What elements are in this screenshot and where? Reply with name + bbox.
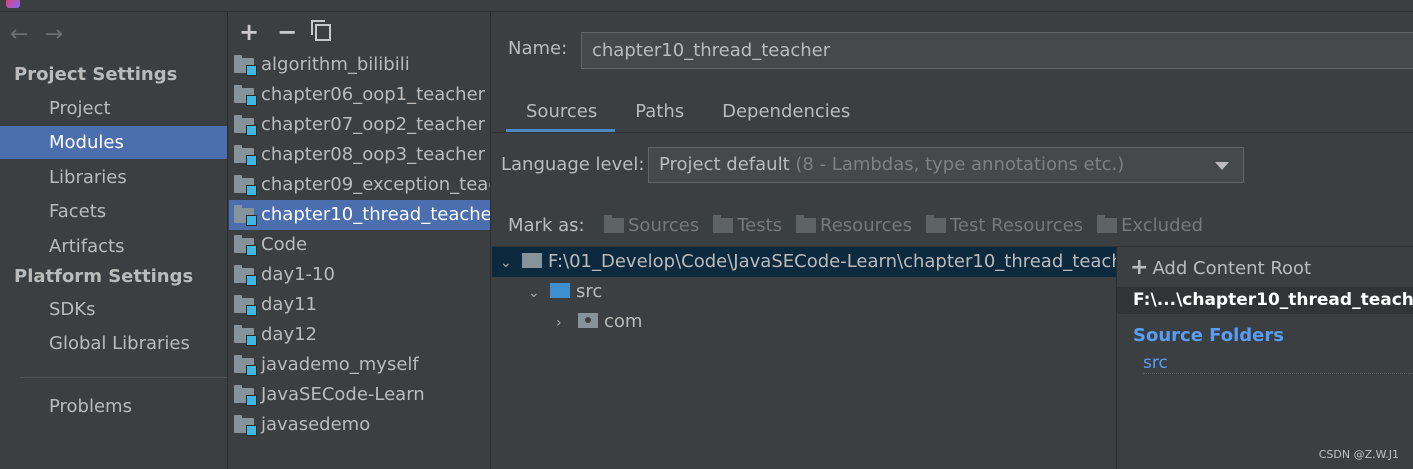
source-folder-icon xyxy=(550,283,570,298)
name-input[interactable]: chapter10_thread_teacher xyxy=(581,32,1413,69)
language-level-label: Language level: xyxy=(501,154,645,175)
tree-src-row[interactable]: ⌄ src xyxy=(528,277,602,307)
forward-arrow-icon[interactable]: → xyxy=(44,22,62,48)
watermark: CSDN @Z.W.J1 xyxy=(1318,448,1399,461)
module-item[interactable]: chapter07_oop2_teacher xyxy=(229,110,490,140)
module-folder-icon xyxy=(234,145,257,166)
content-root-path[interactable]: F:\...\chapter10_thread_teacher xyxy=(1117,287,1413,314)
nav-item-libraries[interactable]: Libraries xyxy=(0,161,227,194)
language-level-value: Project default xyxy=(659,154,790,175)
module-item[interactable]: day1-10 xyxy=(229,260,490,290)
module-item[interactable]: day11 xyxy=(229,290,490,320)
excluded-folder-icon xyxy=(1097,215,1118,233)
module-folder-icon xyxy=(234,295,257,316)
nav-item-sdks[interactable]: SDKs xyxy=(0,293,227,326)
nav-item-project[interactable]: Project xyxy=(0,92,227,125)
folder-icon xyxy=(522,253,542,268)
add-icon[interactable]: + xyxy=(239,18,259,46)
add-content-root-button[interactable]: + Add Content Root xyxy=(1130,255,1311,280)
mark-excluded-button[interactable]: Excluded xyxy=(1097,215,1203,236)
package-folder-icon xyxy=(578,313,598,328)
nav-item-problems[interactable]: Problems xyxy=(0,390,227,423)
module-item-selected[interactable]: chapter10_thread_teacher xyxy=(229,200,490,230)
mark-as-options: Sources Tests Resources Test Resources E… xyxy=(604,215,1203,236)
tree-com-row[interactable]: › com xyxy=(556,307,642,337)
module-folder-icon xyxy=(234,85,257,106)
tab-sources[interactable]: Sources xyxy=(506,98,616,132)
module-folder-icon xyxy=(234,55,257,76)
nav-item-artifacts[interactable]: Artifacts xyxy=(0,230,227,263)
content-root-panel: + Add Content Root F:\...\chapter10_threa… xyxy=(1116,246,1413,469)
plus-icon: + xyxy=(1130,255,1149,280)
nav-item-global-libraries[interactable]: Global Libraries xyxy=(0,327,227,360)
chevron-down-icon[interactable]: ⌄ xyxy=(528,278,544,308)
module-list: + − algorithm_bilibili chapter06_oop1_te… xyxy=(229,12,491,469)
module-folder-icon xyxy=(234,385,257,406)
module-item[interactable]: chapter06_oop1_teacher xyxy=(229,80,490,110)
module-details: Name: chapter10_thread_teacher Sources P… xyxy=(492,12,1413,469)
remove-icon[interactable]: − xyxy=(277,18,297,46)
module-folder-icon xyxy=(234,205,257,226)
name-label: Name: xyxy=(508,38,568,59)
module-item[interactable]: JavaSECode-Learn xyxy=(229,380,490,410)
module-item[interactable]: day12 xyxy=(229,320,490,350)
section-platform-settings: Platform Settings xyxy=(14,266,194,287)
mark-sources-button[interactable]: Sources xyxy=(604,215,699,236)
chevron-down-icon xyxy=(1215,162,1229,170)
source-tree: ⌄ F:\01_Develop\Code\JavaSECode-Learn\cha… xyxy=(492,246,1141,469)
back-arrow-icon[interactable]: ← xyxy=(10,22,28,48)
module-item[interactable]: Code xyxy=(229,230,490,260)
module-folder-icon xyxy=(234,355,257,376)
module-item[interactable]: javademo_myself xyxy=(229,350,490,380)
tests-folder-icon xyxy=(713,215,734,233)
tab-dependencies[interactable]: Dependencies xyxy=(702,98,868,132)
module-item[interactable]: javasedemo xyxy=(229,410,490,440)
tab-divider xyxy=(492,132,1413,133)
module-folder-icon xyxy=(234,115,257,136)
module-folder-icon xyxy=(234,265,257,286)
section-project-settings: Project Settings xyxy=(14,64,178,85)
module-toolbar: + − xyxy=(239,18,332,46)
module-folder-icon xyxy=(234,325,257,346)
copy-icon[interactable] xyxy=(311,19,332,41)
nav-divider xyxy=(20,377,227,378)
chevron-right-icon[interactable]: › xyxy=(556,308,572,338)
module-folder-icon xyxy=(234,415,257,436)
tab-paths[interactable]: Paths xyxy=(615,98,702,132)
intellij-logo-icon xyxy=(6,0,20,8)
nav-item-facets[interactable]: Facets xyxy=(0,195,227,228)
test-resources-folder-icon xyxy=(925,215,946,233)
module-folder-icon xyxy=(234,235,257,256)
mark-as-label: Mark as: xyxy=(508,215,585,236)
tree-root-row[interactable]: ⌄ F:\01_Develop\Code\JavaSECode-Learn\cha… xyxy=(492,247,1141,278)
module-item[interactable]: algorithm_bilibili xyxy=(229,50,490,80)
nav-arrows: ← → xyxy=(10,22,63,48)
mark-test-resources-button[interactable]: Test Resources xyxy=(925,215,1083,236)
mark-tests-button[interactable]: Tests xyxy=(713,215,782,236)
module-tabs: Sources Paths Dependencies xyxy=(506,98,868,132)
module-folder-icon xyxy=(234,175,257,196)
sources-folder-icon xyxy=(604,215,624,233)
language-level-hint: (8 - Lambdas, type annotations etc.) xyxy=(795,154,1125,175)
chevron-down-icon[interactable]: ⌄ xyxy=(500,248,516,278)
mark-resources-button[interactable]: Resources xyxy=(796,215,912,236)
source-folders-heading: Source Folders xyxy=(1133,325,1284,346)
settings-nav: ← → Project Settings Project Modules Lib… xyxy=(0,12,228,469)
window-title-strip xyxy=(0,0,1413,12)
module-item[interactable]: chapter09_exception_teacher xyxy=(229,170,490,200)
nav-item-modules[interactable]: Modules xyxy=(0,126,227,159)
resources-folder-icon xyxy=(796,215,817,233)
module-item[interactable]: chapter08_oop3_teacher xyxy=(229,140,490,170)
language-level-select[interactable]: Project default (8 - Lambdas, type annot… xyxy=(648,147,1244,183)
source-folder-item[interactable]: src xyxy=(1143,353,1413,374)
